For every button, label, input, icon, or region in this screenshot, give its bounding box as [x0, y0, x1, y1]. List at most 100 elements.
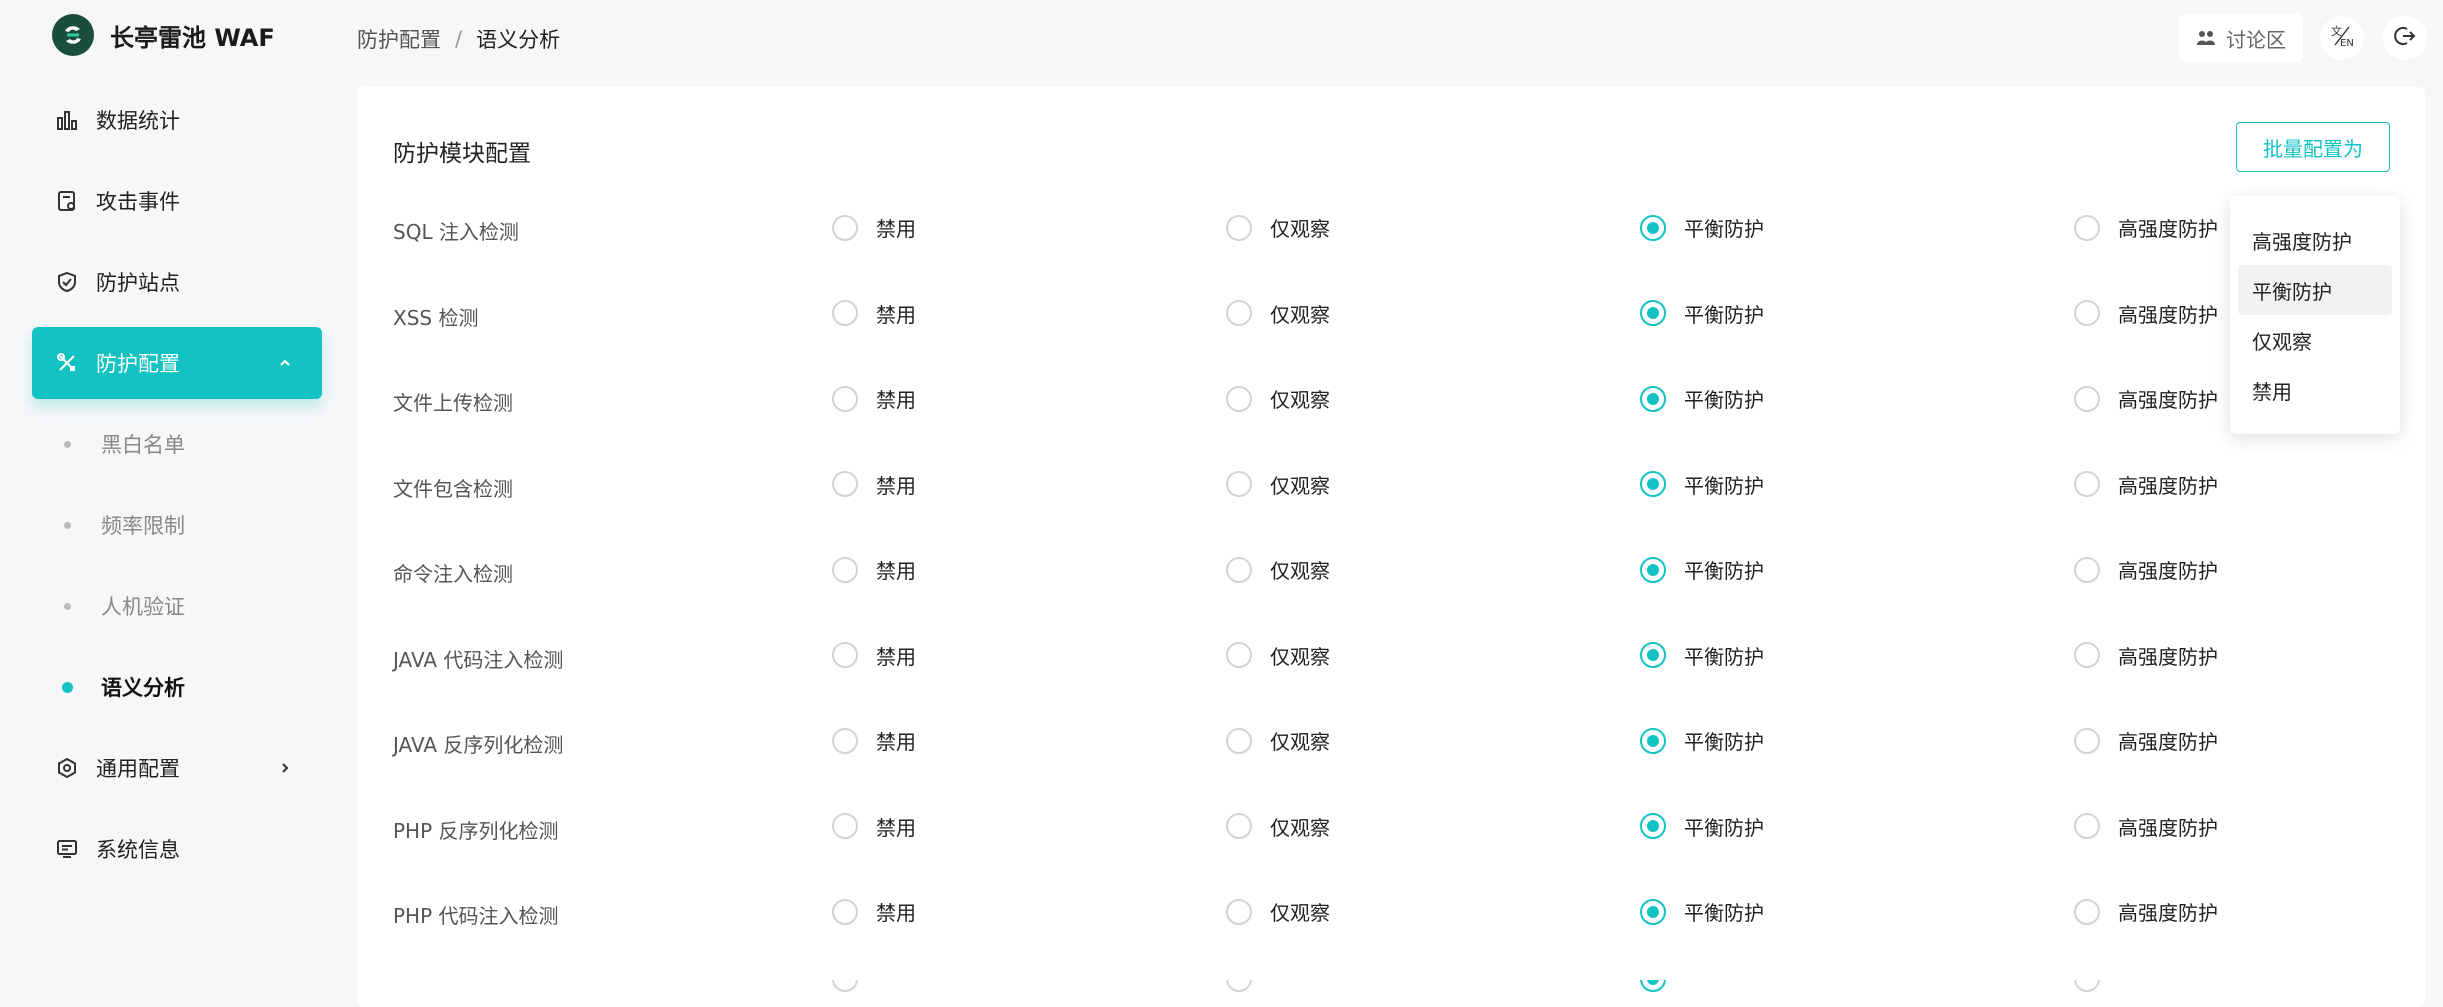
- sidebar-subitem-captcha[interactable]: 人机验证: [32, 570, 322, 642]
- radio-circle-icon[interactable]: [2074, 727, 2100, 754]
- radio-disable[interactable]: 禁用: [832, 384, 916, 413]
- radio-observe-only[interactable]: 仅观察: [1226, 299, 1330, 328]
- radio-circle-icon[interactable]: [1226, 214, 1252, 241]
- radio-observe-only[interactable]: 仅观察: [1226, 641, 1330, 670]
- radio-observe-only[interactable]: 仅观察: [1226, 897, 1330, 926]
- radio-circle-icon[interactable]: [1640, 214, 1666, 241]
- radio-high-strength[interactable]: 高强度防护: [2074, 726, 2218, 755]
- radio-circle-icon[interactable]: [1226, 727, 1252, 754]
- radio-circle-icon[interactable]: [2074, 300, 2100, 326]
- radio-circle-icon[interactable]: [1226, 556, 1252, 583]
- radio-circle-icon[interactable]: [1226, 471, 1252, 497]
- radio-label: 平衡防护: [1684, 473, 1764, 498]
- radio-high-strength[interactable]: 高强度防护: [2074, 812, 2218, 841]
- radio-observe-only[interactable]: 仅观察: [1226, 384, 1330, 413]
- radio-circle-icon[interactable]: [2074, 385, 2100, 412]
- radio-balanced[interactable]: 平衡防护: [1640, 299, 1764, 328]
- batch-config-button[interactable]: 批量配置为: [2236, 122, 2390, 172]
- dropdown-item-disable[interactable]: 禁用: [2238, 365, 2392, 415]
- radio-circle-icon[interactable]: [1226, 642, 1252, 668]
- radio-disable[interactable]: 禁用: [832, 299, 916, 328]
- radio-button[interactable]: [2074, 980, 2100, 992]
- radio-circle-icon[interactable]: [1640, 813, 1666, 839]
- radio-circle-icon[interactable]: [832, 642, 858, 668]
- radio-high-strength[interactable]: 高强度防护: [2074, 641, 2218, 670]
- radio-circle-icon[interactable]: [1640, 556, 1666, 583]
- radio-circle-icon[interactable]: [832, 471, 858, 497]
- radio-circle-icon[interactable]: [832, 214, 858, 241]
- radio-circle-icon[interactable]: [2074, 471, 2100, 497]
- radio-high-strength[interactable]: 高强度防护: [2074, 470, 2218, 499]
- logout-button[interactable]: [2383, 16, 2427, 60]
- radio-high-strength[interactable]: 高强度防护: [2074, 299, 2218, 328]
- radio-circle-icon[interactable]: [832, 898, 858, 925]
- radio-circle-icon[interactable]: [2074, 556, 2100, 583]
- radio-circle-icon[interactable]: [832, 813, 858, 839]
- radio-circle-icon[interactable]: [832, 385, 858, 412]
- radio-circle-icon[interactable]: [1226, 300, 1252, 326]
- breadcrumb-parent[interactable]: 防护配置: [357, 24, 441, 54]
- radio-disable[interactable]: 禁用: [832, 897, 916, 926]
- radio-disable[interactable]: 禁用: [832, 555, 916, 584]
- radio-high-strength[interactable]: 高强度防护: [2074, 384, 2218, 413]
- radio-circle-icon[interactable]: [1640, 642, 1666, 668]
- radio-observe-only[interactable]: 仅观察: [1226, 213, 1330, 242]
- radio-disable[interactable]: 禁用: [832, 641, 916, 670]
- radio-balanced[interactable]: 平衡防护: [1640, 555, 1764, 584]
- sidebar-item-general-config[interactable]: 通用配置: [32, 732, 322, 804]
- dropdown-item-high[interactable]: 高强度防护: [2238, 215, 2392, 265]
- radio-button[interactable]: [1226, 980, 1252, 992]
- radio-observe-only[interactable]: 仅观察: [1226, 812, 1330, 841]
- radio-button[interactable]: [1640, 980, 1666, 992]
- radio-circle-icon[interactable]: [2074, 813, 2100, 839]
- radio-balanced[interactable]: 平衡防护: [1640, 470, 1764, 499]
- app-logo[interactable]: 长亭雷池 WAF: [52, 14, 275, 56]
- dropdown-item-observe[interactable]: 仅观察: [2238, 315, 2392, 365]
- radio-observe-only[interactable]: 仅观察: [1226, 555, 1330, 584]
- radio-observe-only[interactable]: 仅观察: [1226, 470, 1330, 499]
- radio-circle-icon[interactable]: [1640, 471, 1666, 497]
- radio-high-strength[interactable]: 高强度防护: [2074, 213, 2218, 242]
- svg-text:EN: EN: [2340, 38, 2354, 49]
- radio-observe-only[interactable]: 仅观察: [1226, 726, 1330, 755]
- radio-circle-icon[interactable]: [1640, 385, 1666, 412]
- radio-circle-icon[interactable]: [832, 727, 858, 754]
- radio-balanced[interactable]: 平衡防护: [1640, 897, 1764, 926]
- language-switch-button[interactable]: 文 EN: [2320, 16, 2364, 60]
- radio-balanced[interactable]: 平衡防护: [1640, 726, 1764, 755]
- sidebar-item-stats[interactable]: 数据统计: [32, 84, 322, 156]
- radio-circle-icon[interactable]: [2074, 214, 2100, 241]
- sidebar-item-protection-config[interactable]: 防护配置: [32, 327, 322, 399]
- sidebar-item-label: 防护配置: [96, 352, 180, 376]
- radio-circle-icon[interactable]: [832, 556, 858, 583]
- radio-circle-icon[interactable]: [1640, 727, 1666, 754]
- dropdown-item-balanced[interactable]: 平衡防护: [2238, 265, 2392, 315]
- radio-disable[interactable]: 禁用: [832, 470, 916, 499]
- radio-circle-icon[interactable]: [2074, 898, 2100, 925]
- radio-high-strength[interactable]: 高强度防护: [2074, 897, 2218, 926]
- radio-circle-icon[interactable]: [1226, 898, 1252, 925]
- radio-circle-icon[interactable]: [1640, 898, 1666, 925]
- radio-high-strength[interactable]: 高强度防护: [2074, 555, 2218, 584]
- radio-circle-icon[interactable]: [1640, 300, 1666, 326]
- sidebar-item-system-info[interactable]: 系统信息: [32, 813, 322, 885]
- radio-disable[interactable]: 禁用: [832, 726, 916, 755]
- radio-button[interactable]: [832, 980, 858, 992]
- radio-balanced[interactable]: 平衡防护: [1640, 812, 1764, 841]
- radio-label: 平衡防护: [1684, 217, 1764, 241]
- radio-disable[interactable]: 禁用: [832, 213, 916, 242]
- radio-circle-icon[interactable]: [1226, 385, 1252, 412]
- radio-circle-icon[interactable]: [1226, 813, 1252, 839]
- radio-circle-icon[interactable]: [832, 300, 858, 326]
- radio-disable[interactable]: 禁用: [832, 812, 916, 841]
- radio-balanced[interactable]: 平衡防护: [1640, 641, 1764, 670]
- sidebar-subitem-rate-limit[interactable]: 频率限制: [32, 489, 322, 561]
- sidebar-item-sites[interactable]: 防护站点: [32, 246, 322, 318]
- radio-circle-icon[interactable]: [2074, 642, 2100, 668]
- radio-balanced[interactable]: 平衡防护: [1640, 384, 1764, 413]
- sidebar-subitem-semantic-analysis[interactable]: 语义分析: [32, 651, 322, 723]
- forum-button[interactable]: 讨论区: [2179, 14, 2303, 62]
- sidebar-item-events[interactable]: 攻击事件: [32, 165, 322, 237]
- sidebar-subitem-blacklist[interactable]: 黑白名单: [32, 408, 322, 480]
- radio-balanced[interactable]: 平衡防护: [1640, 213, 1764, 242]
